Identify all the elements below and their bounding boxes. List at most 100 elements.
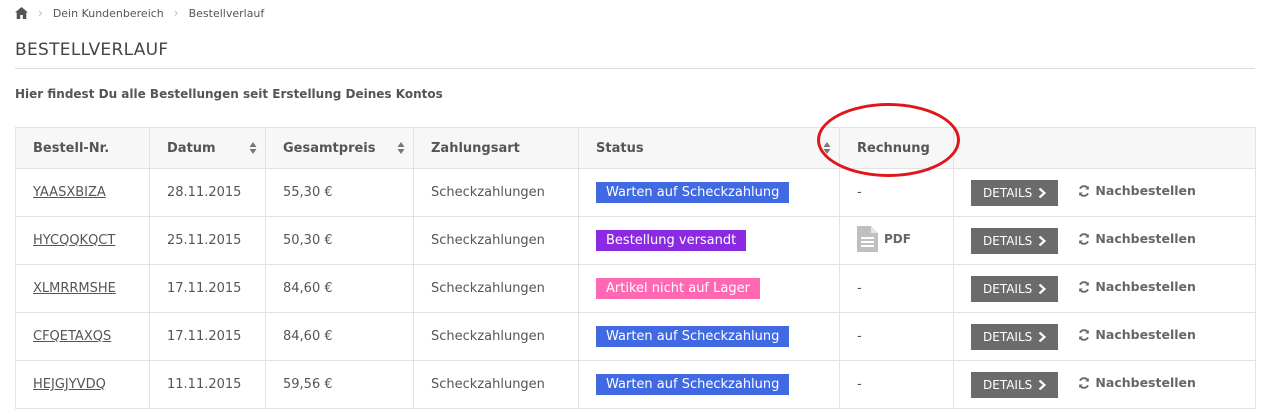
cell-date: 17.11.2015	[149, 312, 266, 361]
cell-date: 11.11.2015	[149, 360, 266, 409]
reorder-button[interactable]: Nachbestellen	[1078, 231, 1196, 246]
cell-actions: DETAILS Nachbestellen	[953, 168, 1256, 217]
invoice-pdf-link[interactable]: PDF	[857, 225, 911, 252]
table-row: CFQETAXQS 17.11.2015 84,60 € Scheckzahlu…	[15, 312, 1256, 361]
details-button[interactable]: DETAILS	[971, 275, 1059, 302]
reorder-button[interactable]: Nachbestellen	[1078, 375, 1196, 390]
reorder-label: Nachbestellen	[1095, 375, 1196, 390]
cell-date: 17.11.2015	[149, 264, 266, 313]
refresh-icon	[1079, 184, 1090, 197]
invoice-none: -	[857, 329, 862, 344]
refresh-icon	[1079, 376, 1090, 389]
header-total[interactable]: Gesamtpreis	[265, 127, 414, 169]
status-badge: Warten auf Scheckzahlung	[596, 326, 790, 347]
header-payment: Zahlungsart	[413, 127, 579, 169]
invoice-pdf-label: PDF	[884, 231, 911, 246]
header-order-no: Bestell-Nr.	[15, 127, 150, 169]
cell-invoice: -	[839, 360, 954, 409]
intro-text: Hier findest Du alle Bestellungen seit E…	[15, 87, 443, 101]
invoice-none: -	[857, 185, 862, 200]
cell-payment: Scheckzahlungen	[413, 360, 579, 409]
cell-order-no: XLMRRMSHE	[15, 264, 150, 313]
cell-invoice: -	[839, 312, 954, 361]
cell-order-no: HEJGJYVDQ	[15, 360, 150, 409]
cell-actions: DETAILS Nachbestellen	[953, 312, 1256, 361]
status-badge: Warten auf Scheckzahlung	[596, 374, 790, 395]
cell-actions: DETAILS Nachbestellen	[953, 264, 1256, 313]
reorder-label: Nachbestellen	[1095, 327, 1196, 342]
header-date[interactable]: Datum	[149, 127, 266, 169]
cell-invoice: PDF	[839, 216, 954, 265]
refresh-icon	[1079, 328, 1090, 341]
details-button[interactable]: DETAILS	[971, 227, 1059, 254]
cell-payment: Scheckzahlungen	[413, 264, 579, 313]
details-button[interactable]: DETAILS	[971, 371, 1059, 398]
home-icon[interactable]	[15, 6, 28, 20]
table-header-row: Bestell-Nr. Datum Gesamtpreis Zahlungsar…	[15, 127, 1256, 169]
order-link[interactable]: HEJGJYVDQ	[33, 377, 106, 392]
details-button[interactable]: DETAILS	[971, 323, 1059, 350]
cell-date: 28.11.2015	[149, 168, 266, 217]
sort-icon[interactable]	[823, 140, 831, 156]
chevron-right-icon	[1039, 187, 1047, 198]
title-divider	[15, 68, 1255, 69]
cell-invoice: -	[839, 168, 954, 217]
header-status[interactable]: Status	[578, 127, 840, 169]
cell-status: Bestellung versandt	[578, 216, 840, 265]
breadcrumb: › Dein Kundenbereich › Bestellverlauf	[15, 5, 264, 21]
cell-payment: Scheckzahlungen	[413, 168, 579, 217]
invoice-none: -	[857, 377, 862, 392]
refresh-icon	[1079, 232, 1090, 245]
chevron-right-icon	[1039, 283, 1047, 294]
status-badge: Artikel nicht auf Lager	[596, 278, 760, 299]
status-badge: Warten auf Scheckzahlung	[596, 182, 790, 203]
page-title: BESTELLVERLAUF	[15, 40, 169, 60]
reorder-label: Nachbestellen	[1095, 231, 1196, 246]
details-label: DETAILS	[983, 377, 1033, 392]
cell-payment: Scheckzahlungen	[413, 216, 579, 265]
header-actions	[953, 127, 1256, 169]
cell-total: 84,60 €	[265, 264, 414, 313]
order-rows: YAASXBIZA 28.11.2015 55,30 € Scheckzahlu…	[15, 168, 1256, 409]
cell-payment: Scheckzahlungen	[413, 312, 579, 361]
table-row: YAASXBIZA 28.11.2015 55,30 € Scheckzahlu…	[15, 168, 1256, 217]
cell-date: 25.11.2015	[149, 216, 266, 265]
reorder-button[interactable]: Nachbestellen	[1078, 327, 1196, 342]
cell-total: 50,30 €	[265, 216, 414, 265]
cell-status: Warten auf Scheckzahlung	[578, 168, 840, 217]
header-invoice: Rechnung	[839, 127, 954, 169]
table-row: HEJGJYVDQ 11.11.2015 59,56 € Scheckzahlu…	[15, 360, 1256, 409]
order-history-table: Bestell-Nr. Datum Gesamtpreis Zahlungsar…	[15, 127, 1256, 409]
chevron-right-icon	[1039, 379, 1047, 390]
cell-total: 84,60 €	[265, 312, 414, 361]
details-label: DETAILS	[983, 233, 1033, 248]
order-link[interactable]: HYCQQKQCT	[33, 233, 115, 248]
reorder-button[interactable]: Nachbestellen	[1078, 279, 1196, 294]
chevron-right-icon	[1039, 331, 1047, 342]
sort-icon[interactable]	[397, 140, 405, 156]
cell-status: Warten auf Scheckzahlung	[578, 312, 840, 361]
cell-total: 55,30 €	[265, 168, 414, 217]
cell-status: Artikel nicht auf Lager	[578, 264, 840, 313]
sort-icon[interactable]	[249, 140, 257, 156]
breadcrumb-separator: ›	[173, 6, 179, 20]
breadcrumb-item-kundenbereich[interactable]: Dein Kundenbereich	[53, 7, 164, 20]
order-link[interactable]: YAASXBIZA	[33, 185, 106, 200]
cell-order-no: HYCQQKQCT	[15, 216, 150, 265]
reorder-button[interactable]: Nachbestellen	[1078, 183, 1196, 198]
invoice-none: -	[857, 281, 862, 296]
order-link[interactable]: XLMRRMSHE	[33, 281, 116, 296]
breadcrumb-item-bestellverlauf: Bestellverlauf	[188, 6, 265, 20]
refresh-icon	[1079, 280, 1090, 293]
reorder-label: Nachbestellen	[1095, 279, 1196, 294]
details-label: DETAILS	[983, 185, 1033, 200]
cell-order-no: YAASXBIZA	[15, 168, 150, 217]
details-button[interactable]: DETAILS	[971, 179, 1059, 206]
cell-total: 59,56 €	[265, 360, 414, 409]
details-label: DETAILS	[983, 329, 1033, 344]
reorder-label: Nachbestellen	[1095, 183, 1196, 198]
order-link[interactable]: CFQETAXQS	[33, 329, 111, 344]
breadcrumb-separator: ›	[38, 6, 43, 20]
cell-invoice: -	[839, 264, 954, 313]
table-row: HYCQQKQCT 25.11.2015 50,30 € Scheckzahlu…	[15, 216, 1256, 265]
